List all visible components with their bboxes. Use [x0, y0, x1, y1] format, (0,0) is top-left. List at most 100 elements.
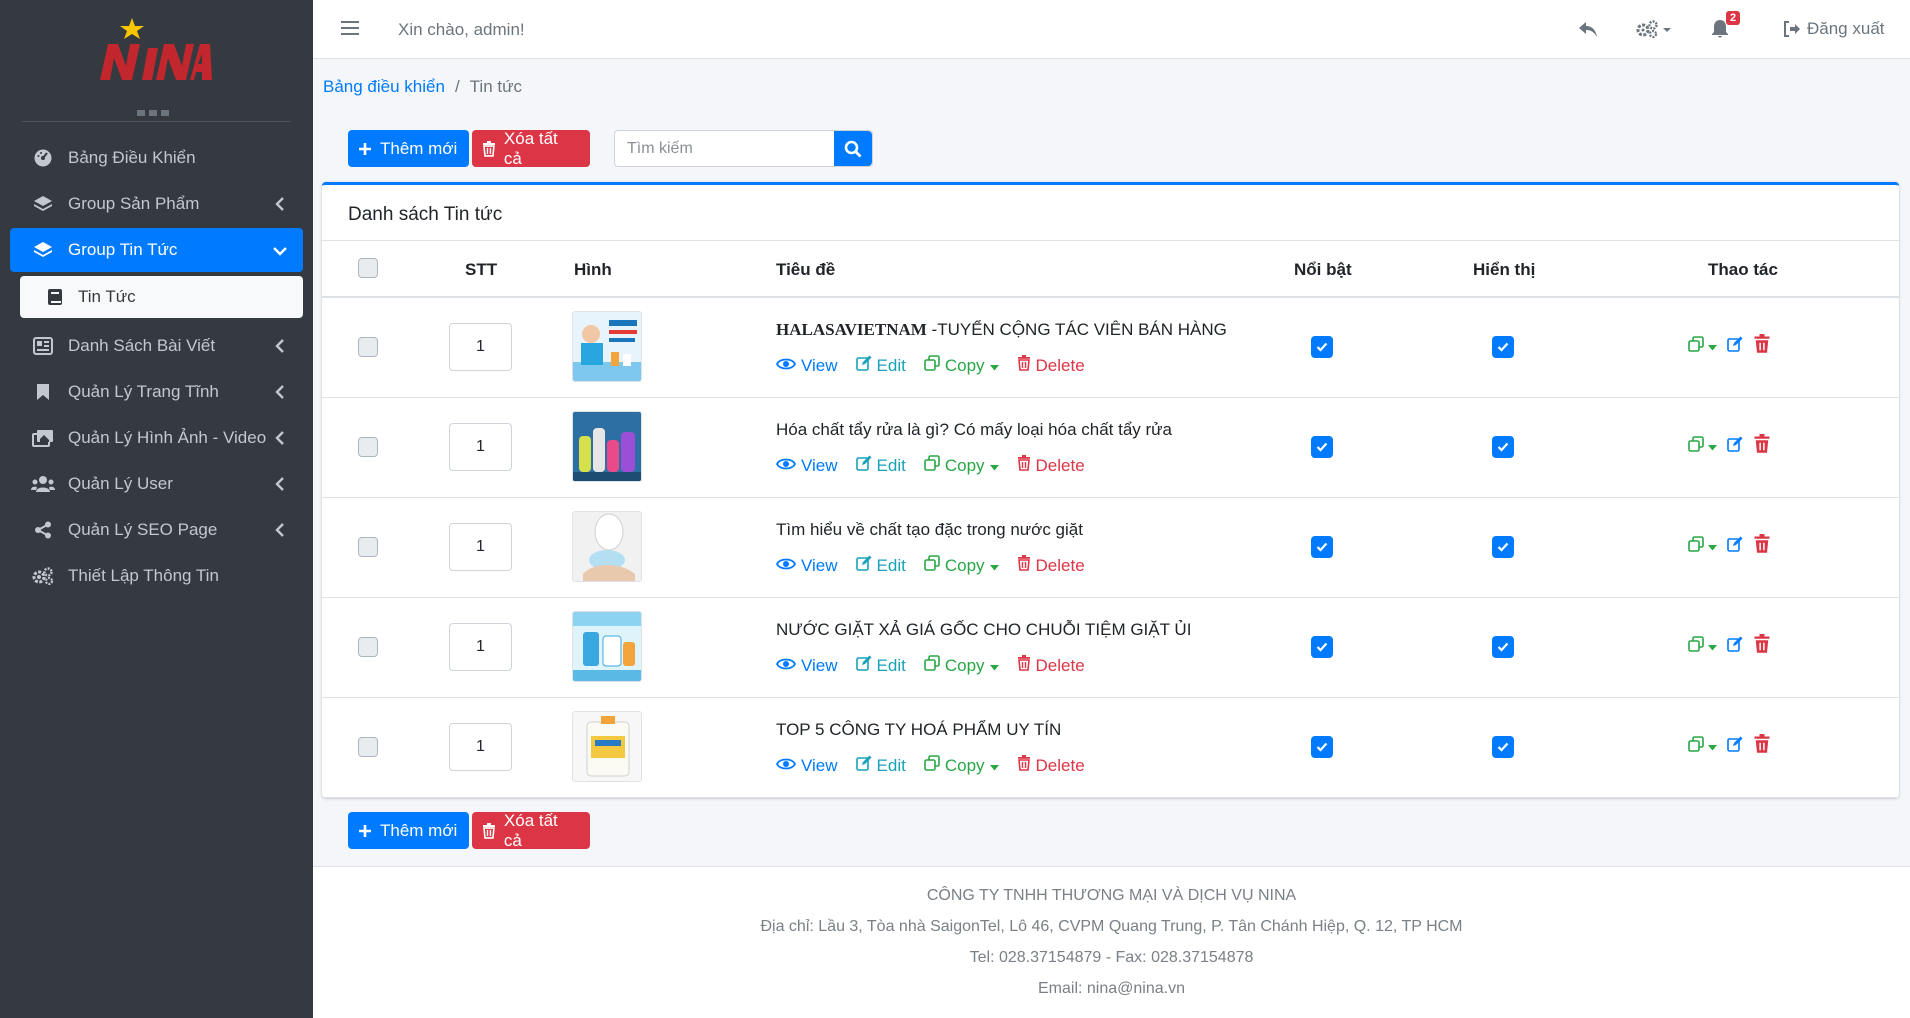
- delete-link[interactable]: Delete: [1017, 555, 1085, 576]
- caret-down-icon: [1708, 738, 1717, 756]
- delete-all-button-bottom[interactable]: Xóa tất cả: [472, 810, 590, 850]
- featured-checkbox[interactable]: [1311, 336, 1333, 358]
- copy-icon: [924, 655, 940, 676]
- featured-checkbox[interactable]: [1311, 636, 1333, 658]
- search-button[interactable]: [834, 131, 872, 166]
- select-all-checkbox[interactable]: [358, 258, 378, 278]
- news-title-text: Hóa chất tẩy rửa là gì? Có mấy loại hóa …: [776, 420, 1173, 439]
- news-title[interactable]: Tìm hiểu về chất tạo đặc trong nước giặt: [776, 520, 1083, 540]
- copy-dropdown[interactable]: Copy: [924, 555, 999, 576]
- search-input[interactable]: [615, 131, 834, 166]
- delete-button[interactable]: [1753, 434, 1771, 459]
- visible-checkbox[interactable]: [1492, 736, 1514, 758]
- header-visible: Hiển thị: [1473, 260, 1536, 279]
- row-checkbox[interactable]: [358, 437, 378, 457]
- copy-dropdown[interactable]: Copy: [924, 755, 999, 776]
- featured-checkbox[interactable]: [1311, 536, 1333, 558]
- caret-down-icon: [989, 656, 999, 676]
- delete-all-label: Xóa tất cả: [503, 810, 558, 850]
- sidebar-item-quan-ly-user[interactable]: Quản Lý User: [10, 462, 303, 506]
- row-checkbox[interactable]: [358, 337, 378, 357]
- featured-checkbox[interactable]: [1311, 436, 1333, 458]
- stt-input[interactable]: 1: [449, 523, 512, 571]
- visible-checkbox[interactable]: [1492, 436, 1514, 458]
- delete-button[interactable]: [1753, 334, 1771, 359]
- delete-link[interactable]: Delete: [1017, 755, 1085, 776]
- visible-checkbox[interactable]: [1492, 536, 1514, 558]
- logout-button[interactable]: Đăng xuất: [1783, 19, 1885, 39]
- footer-phone: Tel: 028.37154879 - Fax: 028.37154878: [969, 949, 1254, 966]
- sidebar-item-dashboard[interactable]: Bảng Điều Khiển: [10, 136, 303, 180]
- view-link[interactable]: View: [775, 655, 838, 676]
- stt-input[interactable]: 1: [449, 423, 512, 471]
- news-title[interactable]: HALASAVIETNAM -TUYỂN CỘNG TÁC VIÊN BÁN H…: [776, 320, 1227, 340]
- sidebar-item-thiet-lap-thong-tin[interactable]: Thiết Lập Thông Tin: [10, 554, 303, 598]
- sidebar-item-quan-ly-hinh-anh-video[interactable]: Quản Lý Hình Ảnh - Video: [10, 416, 303, 460]
- featured-checkbox[interactable]: [1311, 736, 1333, 758]
- edit-link[interactable]: Edit: [855, 755, 906, 776]
- edit-button[interactable]: [1727, 636, 1743, 657]
- edit-button[interactable]: [1727, 536, 1743, 557]
- news-title[interactable]: NƯỚC GIẶT XẢ GIÁ GỐC CHO CHUỖI TIỆM GIẶT…: [776, 620, 1191, 640]
- edit-button[interactable]: [1727, 336, 1743, 357]
- edit-button[interactable]: [1727, 736, 1743, 757]
- visible-checkbox[interactable]: [1492, 636, 1514, 658]
- news-title[interactable]: Hóa chất tẩy rửa là gì? Có mấy loại hóa …: [776, 420, 1172, 440]
- brand-logo[interactable]: [22, 0, 291, 122]
- delete-button[interactable]: [1753, 734, 1771, 759]
- copy-label: Copy: [944, 655, 985, 675]
- copy-dropdown[interactable]: Copy: [924, 655, 999, 676]
- copy-dropdown-button[interactable]: [1688, 736, 1717, 757]
- table-row: 1 Hóa chất tẩy rửa là gì? Có mấy loại hó…: [322, 398, 1899, 498]
- copy-dropdown-button[interactable]: [1688, 336, 1717, 357]
- view-link[interactable]: View: [775, 755, 838, 776]
- sidebar-item-tin-tuc[interactable]: Tin Tức: [20, 276, 303, 318]
- edit-link[interactable]: Edit: [855, 555, 906, 576]
- news-thumbnail: [572, 611, 642, 682]
- view-link[interactable]: View: [775, 455, 838, 476]
- delete-link[interactable]: Delete: [1017, 455, 1085, 476]
- stt-input[interactable]: 1: [449, 623, 512, 671]
- sidebar-item-group-tin-tuc[interactable]: Group Tin Tức: [10, 228, 303, 272]
- sidebar-item-quan-ly-trang-tinh[interactable]: Quản Lý Trang Tĩnh: [10, 370, 303, 414]
- view-link[interactable]: View: [775, 555, 838, 576]
- sidebar-item-danh-sach-bai-viet[interactable]: Danh Sách Bài Viết: [10, 324, 303, 368]
- hamburger-menu-icon[interactable]: [341, 20, 359, 36]
- copy-dropdown[interactable]: Copy: [924, 355, 999, 376]
- copy-dropdown-button[interactable]: [1688, 436, 1717, 457]
- copy-dropdown-button[interactable]: [1688, 636, 1717, 657]
- add-new-button-bottom[interactable]: Thêm mới: [348, 812, 469, 849]
- edit-link[interactable]: Edit: [855, 455, 906, 476]
- share-icon: [30, 520, 56, 540]
- news-title[interactable]: TOP 5 CÔNG TY HOÁ PHẨM UY TÍN: [776, 720, 1061, 740]
- copy-dropdown-button[interactable]: [1688, 536, 1717, 557]
- delete-link[interactable]: Delete: [1017, 355, 1085, 376]
- row-checkbox[interactable]: [358, 537, 378, 557]
- edit-link[interactable]: Edit: [855, 355, 906, 376]
- delete-link[interactable]: Delete: [1017, 655, 1085, 676]
- sidebar-item-quan-ly-seo-page[interactable]: Quản Lý SEO Page: [10, 508, 303, 552]
- edit-link[interactable]: Edit: [855, 655, 906, 676]
- breadcrumb-home-link[interactable]: Bảng điều khiển: [323, 77, 445, 96]
- copy-dropdown[interactable]: Copy: [924, 455, 999, 476]
- visible-checkbox[interactable]: [1492, 336, 1514, 358]
- reply-icon[interactable]: [1578, 20, 1598, 38]
- sidebar-nav: Bảng Điều Khiển Group Sản Phẩm Group Tin…: [0, 136, 313, 598]
- delete-all-button[interactable]: Xóa tất cả: [472, 129, 590, 168]
- row-checkbox[interactable]: [358, 637, 378, 657]
- stt-input[interactable]: 1: [449, 723, 512, 771]
- delete-button[interactable]: [1753, 534, 1771, 559]
- add-new-button[interactable]: Thêm mới: [348, 130, 469, 167]
- stt-input[interactable]: 1: [449, 323, 512, 371]
- settings-dropdown-icon[interactable]: [1636, 19, 1674, 39]
- delete-button[interactable]: [1753, 634, 1771, 659]
- row-checkbox[interactable]: [358, 737, 378, 757]
- plus-icon: [359, 142, 371, 155]
- view-label: View: [801, 355, 838, 375]
- edit-button[interactable]: [1727, 436, 1743, 457]
- copy-icon: [924, 455, 940, 476]
- copy-icon: [924, 355, 940, 376]
- view-link[interactable]: View: [775, 355, 838, 376]
- sidebar-item-group-san-pham[interactable]: Group Sản Phẩm: [10, 182, 303, 226]
- trash-icon: [482, 140, 495, 157]
